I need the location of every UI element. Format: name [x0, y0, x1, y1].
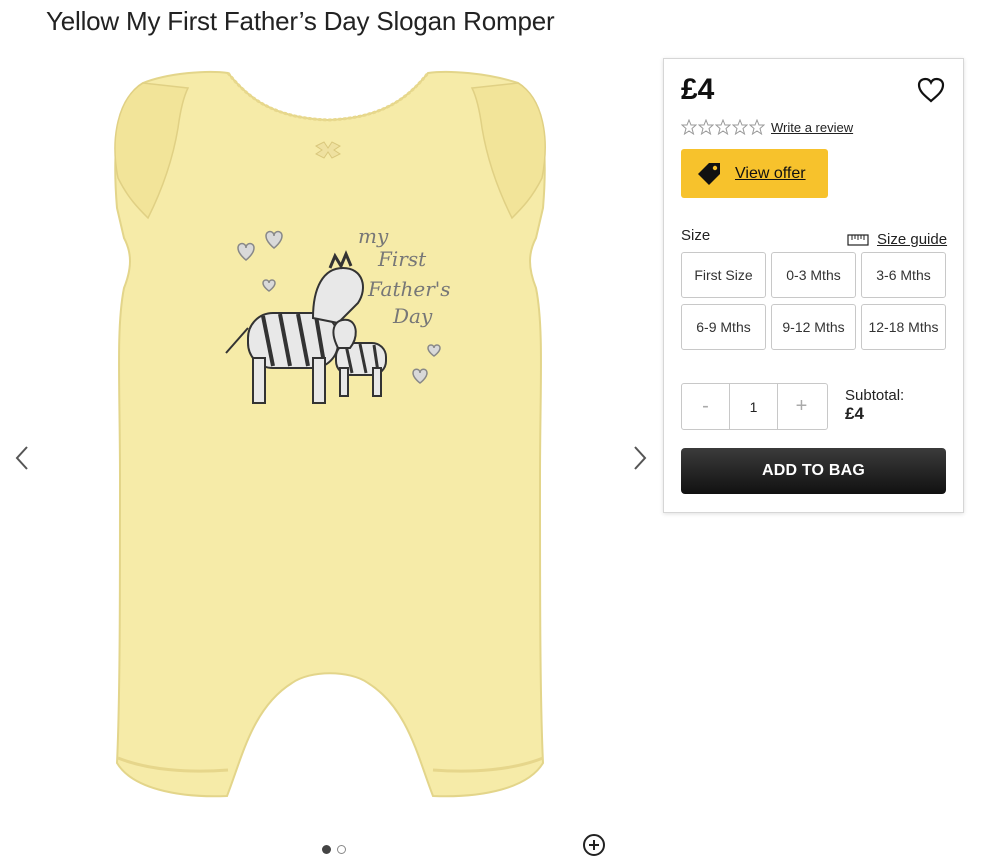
- product-price: £4: [681, 73, 715, 106]
- quantity-stepper: - 1 +: [681, 383, 828, 430]
- gallery-dot[interactable]: [337, 845, 346, 854]
- star-outline-icon: [715, 119, 731, 135]
- product-title: Yellow My First Father’s Day Slogan Romp…: [46, 6, 555, 36]
- size-option[interactable]: 0-3 Mths: [771, 252, 856, 298]
- size-option[interactable]: 6-9 Mths: [681, 304, 766, 350]
- zoom-plus-icon[interactable]: [581, 832, 607, 858]
- size-guide-link[interactable]: Size guide: [847, 231, 947, 248]
- subtotal-value: £4: [845, 404, 864, 423]
- subtotal-label: Subtotal:: [845, 387, 905, 404]
- image-text-day: Day: [392, 304, 433, 328]
- tag-icon: [698, 162, 720, 185]
- size-option[interactable]: 9-12 Mths: [771, 304, 856, 350]
- write-review-link[interactable]: Write a review: [771, 120, 853, 135]
- quantity-decrease-button[interactable]: -: [682, 384, 729, 429]
- product-gallery: my First Father's Day: [0, 48, 660, 856]
- chevron-left-icon[interactable]: [8, 443, 38, 473]
- product-image: my First Father's Day: [114, 70, 546, 798]
- image-text-first: First: [377, 247, 427, 271]
- gallery-dot-active[interactable]: [322, 845, 331, 854]
- size-label: Size: [681, 227, 711, 244]
- quantity-increase-button[interactable]: +: [778, 384, 825, 429]
- subtotal: Subtotal: £4: [845, 387, 904, 423]
- size-option[interactable]: 12-18 Mths: [861, 304, 946, 350]
- ruler-icon: [847, 233, 869, 246]
- add-to-bag-button[interactable]: ADD TO BAG: [681, 448, 946, 494]
- quantity-input[interactable]: 1: [729, 384, 778, 429]
- heart-icon[interactable]: [916, 76, 946, 104]
- chevron-right-icon[interactable]: [624, 443, 654, 473]
- view-offer-button[interactable]: View offer: [681, 149, 828, 198]
- star-outline-icon: [681, 119, 697, 135]
- image-text-my: my: [358, 224, 389, 248]
- star-outline-icon: [749, 119, 765, 135]
- rating-row: Write a review: [681, 119, 853, 135]
- image-text-fathers: Father's: [367, 277, 451, 301]
- view-offer-label: View offer: [735, 164, 806, 182]
- size-option[interactable]: 3-6 Mths: [861, 252, 946, 298]
- star-outline-icon: [698, 119, 714, 135]
- star-outline-icon: [732, 119, 748, 135]
- purchase-panel: £4 Write a review View offer Size Size g…: [663, 58, 964, 513]
- gallery-dots[interactable]: [322, 845, 346, 854]
- size-options: First Size 0-3 Mths 3-6 Mths 6-9 Mths 9-…: [681, 252, 947, 350]
- size-guide-label: Size guide: [877, 231, 948, 248]
- size-option[interactable]: First Size: [681, 252, 766, 298]
- rating-stars: [681, 119, 765, 135]
